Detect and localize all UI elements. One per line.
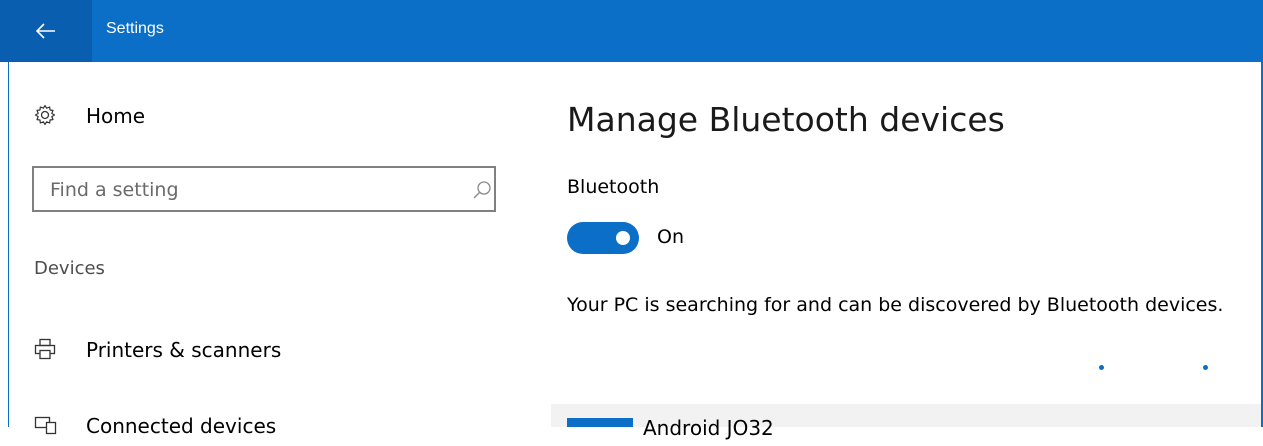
page-title: Manage Bluetooth devices xyxy=(567,100,1005,139)
sidebar-item-home[interactable]: Home xyxy=(34,96,494,136)
sidebar-item-label: Printers & scanners xyxy=(86,338,282,362)
sidebar-item-connected-devices[interactable]: Connected devices xyxy=(34,406,494,446)
sidebar-item-label: Home xyxy=(86,104,146,128)
bluetooth-label: Bluetooth xyxy=(567,176,660,198)
title-bar: Settings xyxy=(0,0,1263,62)
connected-devices-icon xyxy=(34,416,57,435)
gear-icon xyxy=(34,104,56,126)
device-list-item[interactable]: Android JO32 xyxy=(551,404,1261,440)
toggle-knob xyxy=(616,231,630,245)
sidebar-item-label: Connected devices xyxy=(86,414,277,438)
search-box[interactable] xyxy=(32,166,496,212)
printer-icon xyxy=(34,338,56,360)
sidebar-section-label: Devices xyxy=(34,258,105,279)
window-border-left xyxy=(8,62,9,427)
device-icon xyxy=(567,418,633,427)
back-button[interactable] xyxy=(0,0,92,62)
progress-dot xyxy=(1099,365,1104,370)
search-input[interactable] xyxy=(48,168,472,212)
bluetooth-status-description: Your PC is searching for and can be disc… xyxy=(567,294,1224,316)
arrow-left-icon xyxy=(36,23,55,39)
app-title: Settings xyxy=(106,20,164,37)
progress-dot xyxy=(1203,365,1208,370)
device-name: Android JO32 xyxy=(643,416,774,440)
bluetooth-toggle-state: On xyxy=(657,226,684,248)
bluetooth-toggle[interactable] xyxy=(567,222,639,254)
sidebar-item-printers-scanners[interactable]: Printers & scanners xyxy=(34,330,494,370)
search-icon[interactable] xyxy=(472,180,492,200)
